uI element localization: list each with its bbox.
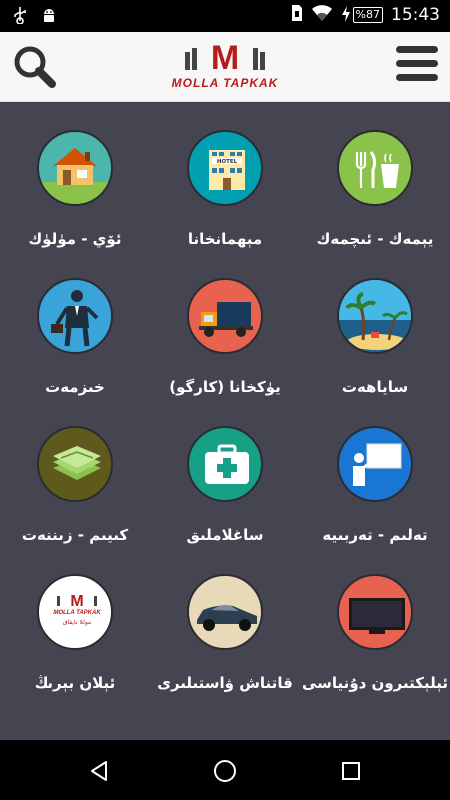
app-header: M MOLLA TAPKAK — [0, 32, 450, 102]
teacher-icon — [337, 426, 413, 502]
home-icon — [214, 760, 236, 782]
house-icon — [37, 130, 113, 206]
logo-letter: M — [211, 42, 239, 70]
category-label: تەلىم - تەربىيە — [322, 526, 428, 544]
category-education[interactable]: تەلىم - تەربىيە — [300, 406, 450, 558]
search-button[interactable] — [12, 44, 58, 90]
category-jobs[interactable]: خىزمەت — [0, 254, 150, 406]
brand-logo-letter: M — [70, 593, 83, 610]
category-advertise[interactable]: M MOLLA TAPKAK موللا تاپقاق ئېلان بېرىڭ — [0, 558, 150, 710]
tv-icon — [337, 574, 413, 650]
category-label: يېمەك - ئىچمەك — [316, 230, 434, 248]
back-button[interactable] — [82, 754, 116, 788]
car-icon — [187, 574, 263, 650]
category-cargo[interactable]: يۈكخانا (كارگو) — [150, 254, 300, 406]
logo-mark-icon: M — [185, 39, 265, 77]
beach-icon — [337, 278, 413, 354]
category-electronics[interactable]: ئېلېكتىرون دۇنياسى — [300, 558, 450, 710]
brand-logo-subtext: موللا تاپقاق — [63, 619, 91, 626]
category-food[interactable]: يېمەك - ئىچمەك — [300, 102, 450, 254]
recents-icon — [342, 762, 360, 780]
charging-icon — [341, 5, 351, 25]
android-icon — [40, 6, 58, 28]
brand-name: MOLLA TAPKAK — [171, 76, 279, 90]
clothes-icon — [37, 426, 113, 502]
category-real-estate[interactable]: ئۆي - مۈلۈك — [0, 102, 150, 254]
category-vehicles[interactable]: قاتناش ۋاستىلىرى — [150, 558, 300, 710]
battery-level: %87 — [352, 7, 383, 23]
clock: 15:43 — [391, 5, 440, 25]
category-label: كىيىم - زىننەت — [21, 526, 129, 544]
category-clothing[interactable]: كىيىم - زىننەت — [0, 406, 150, 558]
category-label: ساياھەت — [341, 378, 409, 396]
brand-logo: M MOLLA TAPKAK — [150, 39, 300, 96]
usb-icon — [12, 6, 28, 28]
navigation-bar — [0, 740, 450, 800]
menu-button[interactable] — [396, 46, 438, 86]
brand-logo-icon: M MOLLA TAPKAK موللا تاپقاق — [37, 574, 113, 650]
category-hotel[interactable]: HOTEL مېھمانخانا — [150, 102, 300, 254]
truck-icon — [187, 278, 263, 354]
category-travel[interactable]: ساياھەت — [300, 254, 450, 406]
category-label: ئۆي - مۈلۈك — [28, 230, 122, 248]
hotel-icon: HOTEL — [187, 130, 263, 206]
category-label: خىزمەت — [45, 378, 105, 396]
hamburger-line — [396, 60, 438, 67]
category-label: ئېلېكتىرون دۇنياسى — [302, 674, 448, 692]
status-bar: %87 15:43 — [0, 0, 450, 32]
businessman-icon — [37, 278, 113, 354]
first-aid-icon — [187, 426, 263, 502]
battery-indicator: %87 — [341, 5, 383, 25]
hamburger-line — [396, 74, 438, 81]
category-health[interactable]: ساغلاملىق — [150, 406, 300, 558]
food-icon — [337, 130, 413, 206]
category-label: ئېلان بېرىڭ — [34, 674, 116, 692]
home-button[interactable] — [208, 754, 242, 788]
wifi-icon — [311, 4, 333, 26]
hotel-sign: HOTEL — [217, 159, 238, 165]
recents-button[interactable] — [334, 754, 368, 788]
category-label: ساغلاملىق — [186, 526, 264, 544]
hamburger-line — [396, 46, 438, 53]
search-icon — [14, 46, 56, 88]
category-label: قاتناش ۋاستىلىرى — [157, 674, 293, 692]
sim-icon — [291, 4, 303, 26]
category-grid: يېمەك - ئىچمەك HOTEL مېھمانخانا ئۆي - مۈ… — [0, 102, 450, 740]
category-label: يۈكخانا (كارگو) — [169, 378, 281, 396]
category-label: مېھمانخانا — [187, 230, 263, 248]
brand-logo-text: MOLLA TAPKAK — [53, 610, 101, 616]
back-icon — [91, 761, 107, 781]
